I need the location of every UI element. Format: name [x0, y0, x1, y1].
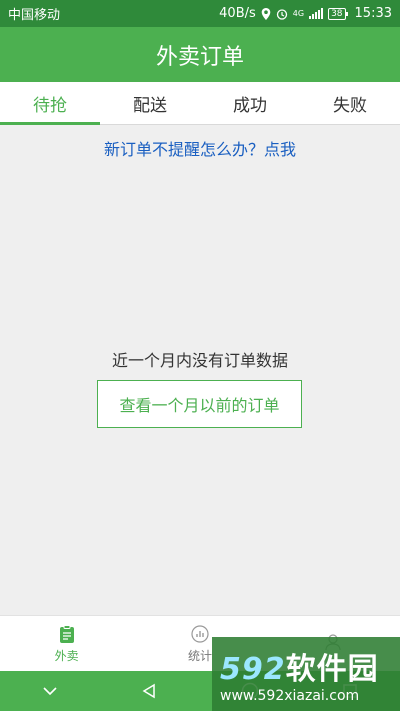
- order-tabs: 待抢 配送 成功 失败: [0, 82, 400, 125]
- nav-label-stats: 统计: [187, 648, 212, 663]
- chart-icon: [191, 624, 209, 643]
- app-header: 外卖订单: [0, 27, 400, 82]
- status-icons: 40B/s 4G 38 15:33: [219, 6, 392, 21]
- nav-label-takeout: 外卖: [54, 648, 79, 663]
- tab-delivering[interactable]: 配送: [100, 82, 200, 124]
- battery-icon: 38: [328, 7, 349, 20]
- chevron-down-icon[interactable]: [42, 686, 58, 696]
- clock: 15:33: [354, 6, 392, 21]
- watermark-brand: 592软件园: [220, 652, 379, 687]
- clipboard-icon: [59, 624, 74, 643]
- alarm-icon: [276, 8, 287, 20]
- carrier-label: 中国移动: [8, 8, 61, 23]
- empty-state-message: 近一个月内没有订单数据: [111, 351, 288, 370]
- signal-icon: [309, 8, 324, 19]
- watermark-url: www.592xiazai.com: [220, 688, 360, 704]
- network-type: 4G: [292, 9, 305, 18]
- notification-help-link[interactable]: 新订单不提醒怎么办？点我: [0, 136, 400, 160]
- site-watermark: 592软件园 www.592xiazai.com: [212, 637, 400, 711]
- network-speed: 40B/s: [219, 6, 256, 21]
- tab-success[interactable]: 成功: [200, 82, 300, 124]
- status-bar: 中国移动 40B/s 4G 38 15:33: [0, 0, 400, 27]
- view-older-orders-button[interactable]: 查看一个月以前的订单: [97, 380, 302, 428]
- tab-pending[interactable]: 待抢: [0, 82, 100, 125]
- tab-failed[interactable]: 失败: [300, 82, 400, 124]
- page-title: 外卖订单: [155, 44, 244, 70]
- back-icon[interactable]: [141, 683, 157, 699]
- nav-item-takeout[interactable]: 外卖: [0, 616, 133, 672]
- location-icon: [261, 7, 271, 20]
